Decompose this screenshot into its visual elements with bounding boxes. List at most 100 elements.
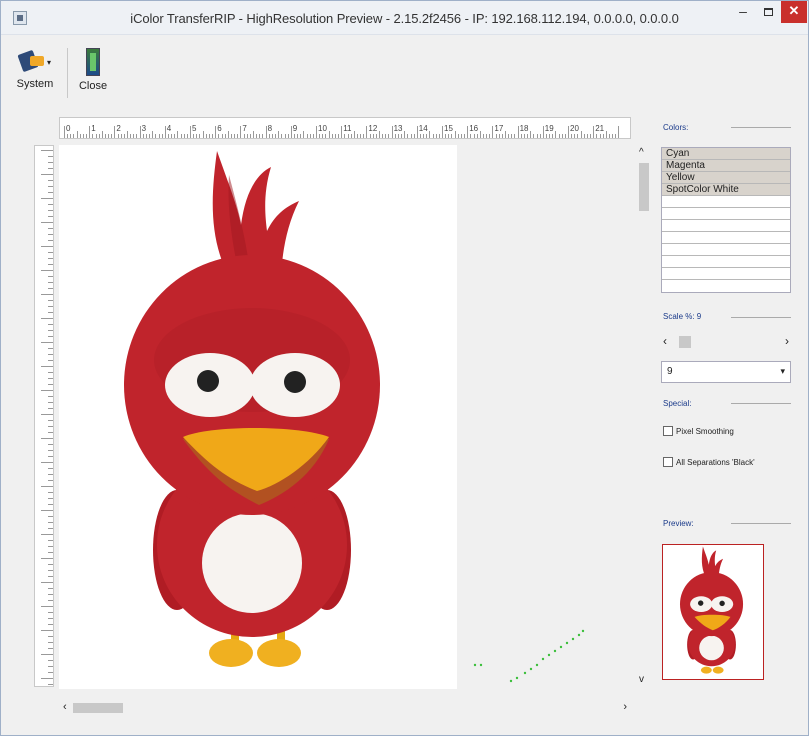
ruler-tick bbox=[48, 474, 53, 475]
horizontal-scroll-thumb[interactable] bbox=[73, 703, 123, 713]
pixel-smoothing-box[interactable] bbox=[663, 426, 673, 436]
ruler-tick bbox=[48, 354, 53, 355]
ruler-tick bbox=[48, 402, 53, 403]
vertical-scroll-thumb[interactable] bbox=[639, 163, 649, 211]
ruler-tick bbox=[281, 134, 283, 138]
ruler-tick bbox=[48, 216, 53, 217]
minimize-button[interactable]: – bbox=[731, 1, 755, 23]
scroll-right-arrow-icon[interactable]: › bbox=[623, 701, 627, 713]
ruler-tick bbox=[41, 318, 53, 319]
scale-slider[interactable]: ‹ › bbox=[661, 333, 791, 351]
color-list-item[interactable] bbox=[662, 244, 790, 256]
ruler-tick bbox=[41, 486, 53, 487]
ruler-tick bbox=[114, 126, 116, 138]
ruler-tick bbox=[438, 134, 440, 138]
ruler-tick bbox=[445, 134, 447, 138]
ruler-tick bbox=[467, 126, 469, 138]
ruler-tick bbox=[401, 134, 403, 138]
ruler-tick bbox=[268, 134, 270, 138]
ruler-tick bbox=[451, 134, 453, 138]
ruler-tick bbox=[602, 134, 604, 138]
all-separations-box[interactable] bbox=[663, 457, 673, 467]
ruler-tick bbox=[48, 276, 53, 277]
ruler-tick bbox=[322, 134, 324, 138]
color-list-item[interactable] bbox=[662, 256, 790, 268]
ruler-tick bbox=[369, 134, 371, 138]
ruler-tick bbox=[41, 342, 53, 343]
toolbar-separator bbox=[67, 48, 68, 98]
color-list-item[interactable] bbox=[662, 232, 790, 244]
color-list-item[interactable]: Cyan bbox=[662, 148, 790, 160]
colors-label: Colors: bbox=[663, 123, 689, 132]
ruler-tick bbox=[366, 126, 368, 138]
color-list-item[interactable] bbox=[662, 196, 790, 208]
toolbar: ▾ System Close bbox=[1, 36, 808, 104]
ruler-tick bbox=[552, 134, 554, 138]
ruler-label: 7 bbox=[242, 124, 247, 133]
ruler-tick bbox=[101, 131, 103, 138]
ruler-label: 6 bbox=[217, 124, 222, 133]
preview-canvas[interactable] bbox=[59, 145, 457, 689]
scroll-down-arrow-icon[interactable]: v bbox=[639, 674, 644, 685]
ruler-tick bbox=[41, 246, 53, 247]
ruler-tick bbox=[344, 134, 346, 138]
ruler-tick bbox=[48, 636, 53, 637]
ruler-tick bbox=[372, 134, 374, 138]
special-divider bbox=[731, 403, 791, 404]
color-list-item[interactable] bbox=[662, 220, 790, 232]
ruler-label: 18 bbox=[519, 124, 529, 133]
color-list-item[interactable] bbox=[662, 268, 790, 280]
scroll-left-arrow-icon[interactable]: ‹ bbox=[63, 701, 67, 713]
ruler-tick bbox=[190, 126, 191, 138]
special-label: Special: bbox=[663, 399, 692, 408]
ruler-tick bbox=[123, 134, 125, 138]
ruler-tick bbox=[117, 134, 119, 138]
ruler-tick bbox=[136, 134, 138, 138]
ruler-tick bbox=[48, 360, 53, 361]
ruler-tick bbox=[442, 126, 443, 138]
ruler-tick bbox=[416, 126, 418, 138]
system-button[interactable]: ▾ System bbox=[11, 46, 59, 90]
ruler-label: 17 bbox=[494, 124, 504, 133]
ruler-label: 19 bbox=[544, 124, 554, 133]
ruler-tick bbox=[48, 210, 53, 211]
colors-list[interactable]: Cyan Magenta Yellow SpotColor White bbox=[661, 147, 791, 293]
scale-left-arrow-icon[interactable]: ‹ bbox=[663, 334, 667, 348]
close-window-button[interactable]: ✕ bbox=[781, 1, 807, 23]
ruler-tick bbox=[48, 612, 53, 613]
ruler-tick bbox=[574, 134, 576, 138]
scale-right-arrow-icon[interactable]: › bbox=[785, 334, 789, 348]
pixel-smoothing-checkbox[interactable]: Pixel Smoothing bbox=[663, 426, 734, 436]
ruler-tick bbox=[177, 131, 179, 138]
scale-dropdown[interactable]: 9 ▾ bbox=[661, 361, 791, 383]
maximize-button[interactable] bbox=[757, 1, 779, 23]
ruler-tick bbox=[391, 126, 393, 138]
ruler-tick bbox=[120, 134, 122, 138]
ruler-tick bbox=[79, 134, 81, 138]
close-button[interactable]: Close bbox=[75, 46, 111, 92]
ruler-tick bbox=[271, 134, 273, 138]
all-separations-black-checkbox[interactable]: All Separations 'Black' bbox=[663, 457, 755, 467]
ruler-tick bbox=[460, 134, 462, 138]
color-list-item[interactable]: SpotColor White bbox=[662, 184, 790, 196]
color-list-item[interactable]: Yellow bbox=[662, 172, 790, 184]
bird-image bbox=[124, 151, 380, 667]
scale-slider-thumb[interactable] bbox=[679, 336, 691, 348]
ruler-label: 13 bbox=[393, 124, 403, 133]
ruler-tick bbox=[41, 606, 53, 607]
ruler-label: 4 bbox=[166, 124, 172, 133]
ruler-tick bbox=[583, 134, 585, 138]
ruler-label: 3 bbox=[141, 124, 147, 133]
scroll-up-arrow-icon[interactable]: ^ bbox=[639, 147, 644, 158]
ruler-tick bbox=[48, 330, 53, 331]
ruler-tick bbox=[413, 134, 415, 138]
color-list-item[interactable]: Magenta bbox=[662, 160, 790, 172]
ruler-tick bbox=[237, 134, 239, 138]
color-list-item[interactable] bbox=[662, 208, 790, 220]
ruler-tick bbox=[215, 126, 217, 138]
vertical-scrollbar[interactable]: ^ v bbox=[635, 145, 653, 687]
ruler-tick bbox=[76, 131, 78, 138]
ruler-tick bbox=[48, 498, 53, 499]
horizontal-scrollbar[interactable]: ‹ › bbox=[59, 699, 631, 717]
ruler-tick bbox=[48, 492, 53, 493]
